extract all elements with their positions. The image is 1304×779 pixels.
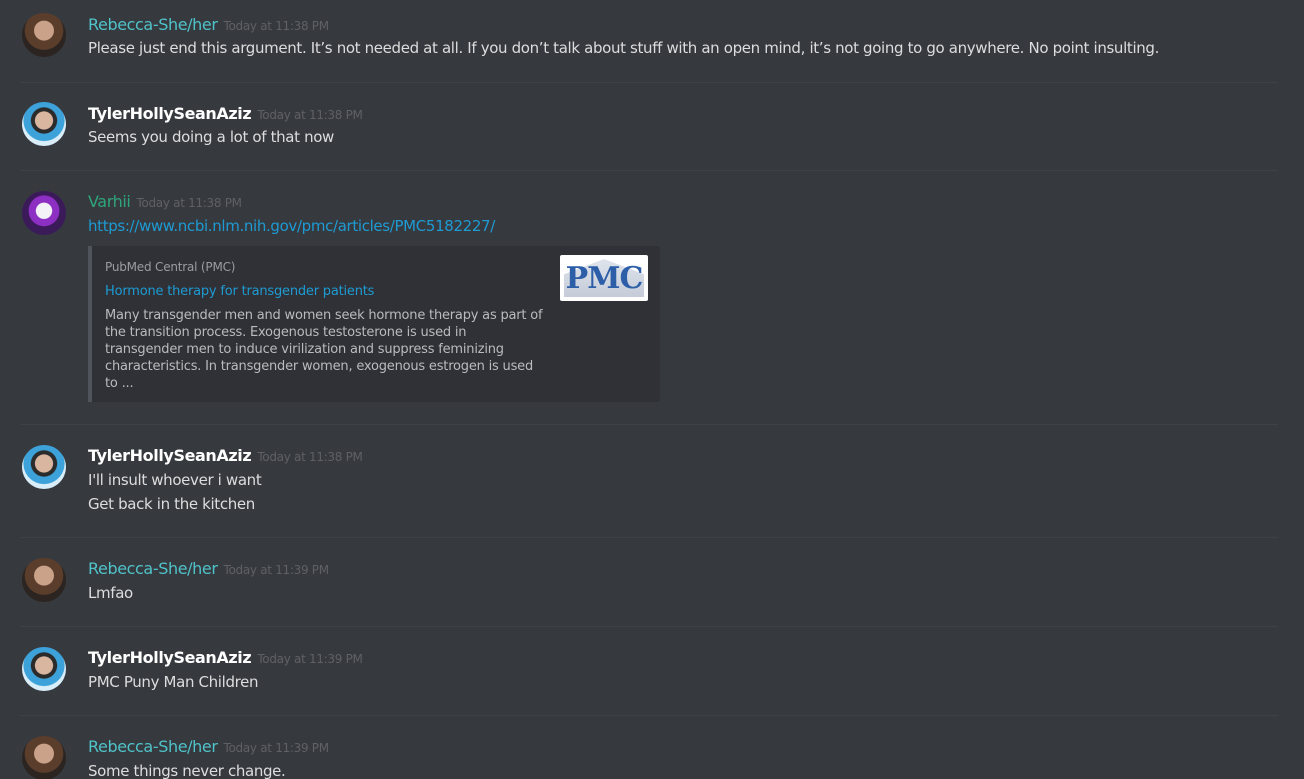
message-header: TylerHollySeanAziz Today at 11:38 PM xyxy=(88,446,363,465)
message-divider xyxy=(20,82,1278,83)
embed-provider[interactable]: PubMed Central (PMC) xyxy=(105,260,235,274)
message-text: Get back in the kitchen xyxy=(88,495,255,513)
message-header: Rebecca-She/her Today at 11:39 PM xyxy=(88,559,329,578)
pmc-logo-text: PMC xyxy=(565,260,644,296)
message-header: Rebecca-She/her Today at 11:38 PM xyxy=(88,15,329,34)
avatar[interactable] xyxy=(22,558,66,602)
username[interactable]: Rebecca-She/her xyxy=(88,737,218,756)
username[interactable]: TylerHollySeanAziz xyxy=(88,648,252,667)
message-header: TylerHollySeanAziz Today at 11:38 PM xyxy=(88,104,363,123)
timestamp: Today at 11:38 PM xyxy=(257,450,363,464)
message-divider xyxy=(20,537,1278,538)
message-header: TylerHollySeanAziz Today at 11:39 PM xyxy=(88,648,363,667)
embed-description: Many transgender men and women seek horm… xyxy=(105,308,543,391)
avatar[interactable] xyxy=(22,647,66,691)
message-text: PMC Puny Man Children xyxy=(88,673,259,691)
chat-messages: Rebecca-She/her Today at 11:38 PM Please… xyxy=(0,0,1304,779)
message-divider xyxy=(20,715,1278,716)
avatar[interactable] xyxy=(22,102,66,146)
message-divider xyxy=(20,626,1278,627)
message-text: Please just end this argument. It’s not … xyxy=(88,39,1160,57)
username[interactable]: Rebecca-She/her xyxy=(88,15,218,34)
timestamp: Today at 11:38 PM xyxy=(223,19,330,33)
username[interactable]: TylerHollySeanAziz xyxy=(88,104,252,123)
timestamp: Today at 11:38 PM xyxy=(257,108,363,122)
embed-title[interactable]: Hormone therapy for transgender patients xyxy=(105,284,374,299)
message-header: Rebecca-She/her Today at 11:39 PM xyxy=(88,737,329,756)
scrollbar[interactable] xyxy=(1300,0,1304,779)
avatar[interactable] xyxy=(22,13,66,57)
message-text: Lmfao xyxy=(88,584,133,602)
avatar[interactable] xyxy=(22,445,66,489)
message-divider xyxy=(20,424,1278,425)
timestamp: Today at 11:38 PM xyxy=(136,196,242,210)
timestamp: Today at 11:39 PM xyxy=(223,563,330,577)
message-link[interactable]: https://www.ncbi.nlm.nih.gov/pmc/article… xyxy=(88,217,495,235)
timestamp: Today at 11:39 PM xyxy=(257,652,363,666)
avatar[interactable] xyxy=(22,191,66,235)
timestamp: Today at 11:39 PM xyxy=(223,741,330,755)
link-embed: PubMed Central (PMC) Hormone therapy for… xyxy=(88,246,660,402)
username[interactable]: Varhii xyxy=(88,192,131,211)
message-text: Seems you doing a lot of that now xyxy=(88,128,334,146)
message-text: I'll insult whoever i want xyxy=(88,471,262,489)
message-header: Varhii Today at 11:38 PM xyxy=(88,192,242,211)
username[interactable]: TylerHollySeanAziz xyxy=(88,446,252,465)
username[interactable]: Rebecca-She/her xyxy=(88,559,218,578)
embed-thumbnail[interactable]: PMC xyxy=(560,255,648,301)
avatar[interactable] xyxy=(22,736,66,779)
message-divider xyxy=(20,170,1278,171)
message-text: Some things never change. xyxy=(88,762,286,779)
